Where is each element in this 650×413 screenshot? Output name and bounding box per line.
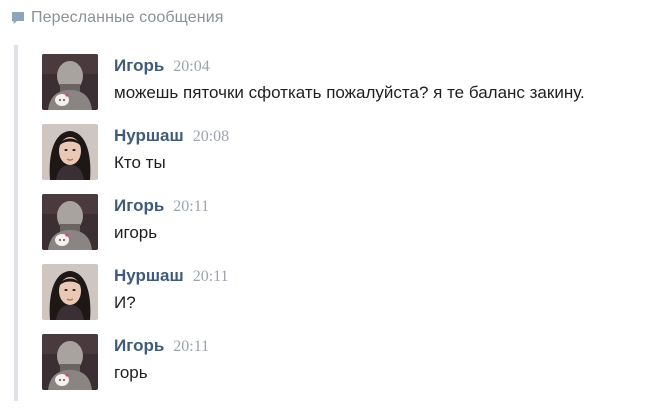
message-time: 20:11: [173, 338, 210, 355]
message-text: И?: [114, 293, 136, 312]
forward-thread-line: [14, 45, 18, 401]
message-author[interactable]: Игорь: [114, 336, 164, 356]
message-item: Нуршаш 20:11 И?: [42, 264, 642, 320]
avatar-igor[interactable]: [42, 54, 98, 110]
message-item: Нуршаш 20:08 Кто ты: [42, 124, 642, 180]
avatar-nurshash[interactable]: [42, 264, 98, 320]
message-time: 20:08: [192, 128, 230, 145]
message-time: 20:11: [173, 198, 210, 215]
message-item: Игорь 20:04 можешь пяточки сфоткать пожа…: [42, 54, 642, 110]
message-text: можешь пяточки сфоткать пожалуйста? я те…: [114, 83, 585, 102]
avatar-igor[interactable]: [42, 194, 98, 250]
message-author[interactable]: Нуршаш: [114, 266, 184, 286]
speech-bubble-icon: [10, 10, 26, 26]
message-time: 20:04: [173, 58, 210, 75]
message-text: игорь: [114, 223, 158, 242]
message-author[interactable]: Игорь: [114, 56, 164, 76]
message-text: горь: [114, 363, 148, 382]
avatar-igor[interactable]: [42, 334, 98, 390]
forwarded-messages-title: Пересланные сообщения: [31, 9, 224, 26]
message-time: 20:11: [192, 268, 229, 285]
message-item: Игорь 20:11 горь: [42, 334, 642, 390]
avatar-nurshash[interactable]: [42, 124, 98, 180]
message-item: Игорь 20:11 игорь: [42, 194, 642, 250]
message-author[interactable]: Игорь: [114, 196, 164, 216]
message-author[interactable]: Нуршаш: [114, 126, 184, 146]
forwarded-messages-header: Пересланные сообщения: [10, 7, 224, 29]
message-text: Кто ты: [114, 153, 166, 172]
